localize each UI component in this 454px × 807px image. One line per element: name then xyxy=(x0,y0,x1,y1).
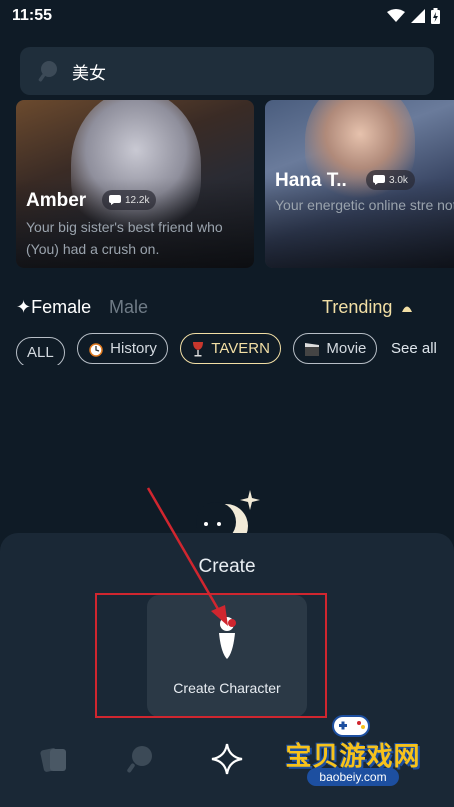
search-input[interactable]: 美女 xyxy=(72,59,106,84)
chat-count-badge: 3.0k xyxy=(366,170,415,190)
wifi-icon xyxy=(387,9,405,22)
status-time: 11:55 xyxy=(12,7,53,24)
wine-glass-icon xyxy=(193,341,204,356)
chip-all[interactable]: ALL xyxy=(16,336,65,365)
highlight-box xyxy=(95,593,327,718)
signal-icon xyxy=(411,9,425,23)
moon-illustration xyxy=(196,490,260,538)
search-bar[interactable]: 美女 xyxy=(20,47,434,95)
ping-pong-paddle-icon xyxy=(38,61,57,82)
chat-count-badge: 12.2k xyxy=(102,190,157,210)
battery-icon xyxy=(431,8,440,24)
chat-icon xyxy=(109,195,121,205)
chat-count: 3.0k xyxy=(389,174,408,186)
chip-history[interactable]: History xyxy=(77,333,168,364)
chat-count: 12.2k xyxy=(125,194,150,206)
ping-pong-paddle-icon[interactable] xyxy=(124,743,156,775)
sparkle-icon[interactable] xyxy=(211,743,243,775)
card-description: Your big sister's best friend who (You) … xyxy=(26,219,223,257)
chat-icon xyxy=(373,175,385,185)
card-description: Your energetic online stre noticed your … xyxy=(275,197,454,213)
alarm-clock-icon xyxy=(89,342,103,357)
character-card-amber[interactable]: Amber 12.2k Your big sister's best frien… xyxy=(16,100,254,268)
card-name: Amber xyxy=(26,190,87,211)
chip-label: Movie xyxy=(326,340,367,357)
status-bar: 11:55 xyxy=(0,0,454,32)
chip-label: TAVERN xyxy=(211,340,270,357)
trending-dropdown[interactable]: Trending xyxy=(322,297,413,318)
filter-row: ✦Female Male Trending xyxy=(16,297,436,323)
watermark-logo: 宝贝游戏网 baobeiy.com xyxy=(278,712,428,804)
chip-movie[interactable]: Movie xyxy=(293,333,378,364)
character-card-hana[interactable]: Hana T.. 3.0k Your energetic online stre… xyxy=(265,100,454,268)
sheet-title: Create xyxy=(198,556,256,577)
filter-male[interactable]: Male xyxy=(109,297,148,318)
clapperboard-icon xyxy=(305,342,320,356)
card-name: Hana T.. xyxy=(275,170,347,191)
gamepad-icon xyxy=(332,715,370,737)
filter-female[interactable]: ✦Female xyxy=(16,297,91,318)
see-all-link[interactable]: See all xyxy=(391,340,437,357)
trending-label: Trending xyxy=(322,297,393,317)
chip-tavern[interactable]: TAVERN xyxy=(180,333,281,364)
cards-icon[interactable] xyxy=(38,743,70,775)
caret-up-icon xyxy=(402,306,413,312)
watermark-url: baobeiy.com xyxy=(307,768,399,786)
chip-label: History xyxy=(110,340,157,357)
chip-label: ALL xyxy=(27,343,54,361)
status-icons xyxy=(387,8,440,24)
category-chips: ALL History TAVERN Movie xyxy=(16,333,378,365)
